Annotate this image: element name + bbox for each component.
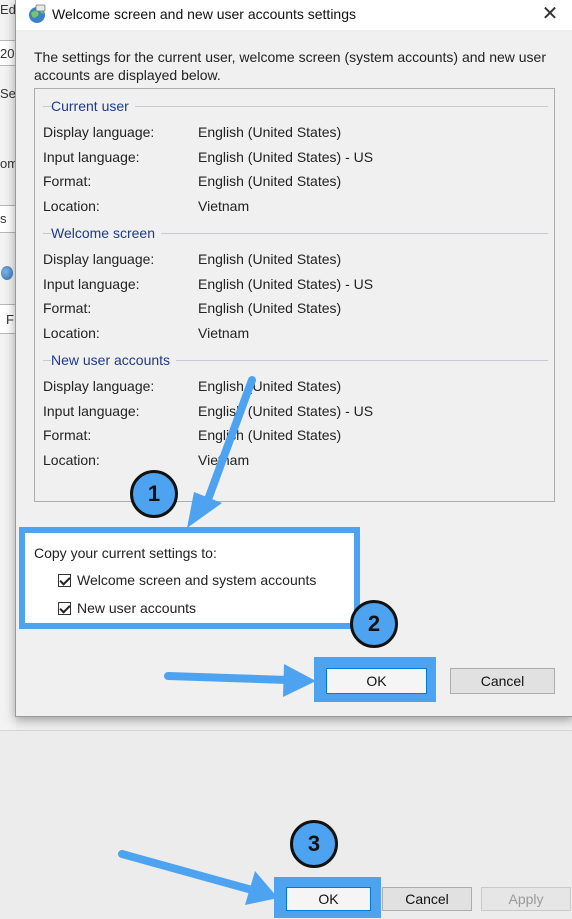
row-value: English (United States) [198, 427, 342, 443]
new-user-accounts-checkbox-row[interactable]: New user accounts [58, 600, 196, 616]
parent-fragment-text: Ed [0, 2, 16, 17]
row-value: Vietnam [198, 325, 250, 341]
copy-settings-group: Copy your current settings to: Welcome s… [19, 527, 360, 629]
row-value: English (United States) - US [198, 149, 374, 165]
parent-cancel-button[interactable]: Cancel [382, 887, 472, 911]
row-label: Location: [43, 325, 100, 341]
checkbox-label: New user accounts [77, 600, 197, 616]
row-value: Vietnam [198, 452, 250, 468]
step2-badge: 2 [350, 600, 398, 648]
dialog-title: Welcome screen and new user accounts set… [52, 6, 357, 22]
row-label: Input language: [43, 276, 140, 292]
row-label: Format: [43, 427, 92, 443]
row-value: English (United States) [198, 251, 342, 267]
row-value: English (United States) [198, 124, 342, 140]
parent-fragment-text: om [0, 156, 16, 171]
parent-apply-button[interactable]: Apply [481, 887, 571, 911]
row-value: English (United States) - US [198, 276, 374, 292]
parent-fragment-text: Se [0, 86, 16, 101]
row-label: Location: [43, 452, 100, 468]
row-label: Format: [43, 300, 92, 316]
parent-ok-button[interactable]: OK [286, 887, 371, 911]
row-label: Location: [43, 198, 100, 214]
copy-settings-title: Copy your current settings to: [34, 545, 217, 561]
title-bar: Welcome screen and new user accounts set… [16, 0, 572, 30]
section-title-current-user: Current user [51, 98, 135, 114]
row-value: English (United States) [198, 378, 342, 394]
row-label: Display language: [43, 378, 155, 394]
section-title-new-user-accounts: New user accounts [51, 352, 177, 368]
row-label: Display language: [43, 124, 155, 140]
globe-icon [1, 266, 13, 280]
step3-badge: 3 [290, 820, 338, 868]
section-title-welcome-screen: Welcome screen [51, 225, 162, 241]
row-value: English (United States) [198, 173, 342, 189]
row-label: Format: [43, 173, 92, 189]
row-value: English (United States) [198, 300, 342, 316]
row-value: English (United States) - US [198, 403, 374, 419]
checkbox-checked[interactable] [58, 601, 71, 615]
row-label: Input language: [43, 403, 140, 419]
intro-text: The settings for the current user, welco… [34, 49, 547, 83]
parent-fragment-text: 20 [0, 46, 15, 61]
row-label: Input language: [43, 149, 140, 165]
checkbox-checked[interactable] [58, 573, 71, 587]
row-label: Display language: [43, 251, 155, 267]
parent-fragment-text: s [0, 211, 7, 226]
settings-dialog: Welcome screen and new user accounts set… [15, 0, 572, 717]
cancel-button[interactable]: Cancel [450, 668, 555, 694]
close-button[interactable]: ✕ [535, 1, 565, 27]
settings-summary-panel: Current user Display language: English (… [34, 88, 555, 502]
ok-button[interactable]: OK [326, 668, 427, 694]
checkbox-label: Welcome screen and system accounts [77, 572, 317, 588]
step1-badge: 1 [130, 470, 178, 518]
welcome-screen-checkbox-row[interactable]: Welcome screen and system accounts [58, 572, 316, 588]
row-value: Vietnam [198, 198, 250, 214]
globe-icon [29, 4, 46, 23]
